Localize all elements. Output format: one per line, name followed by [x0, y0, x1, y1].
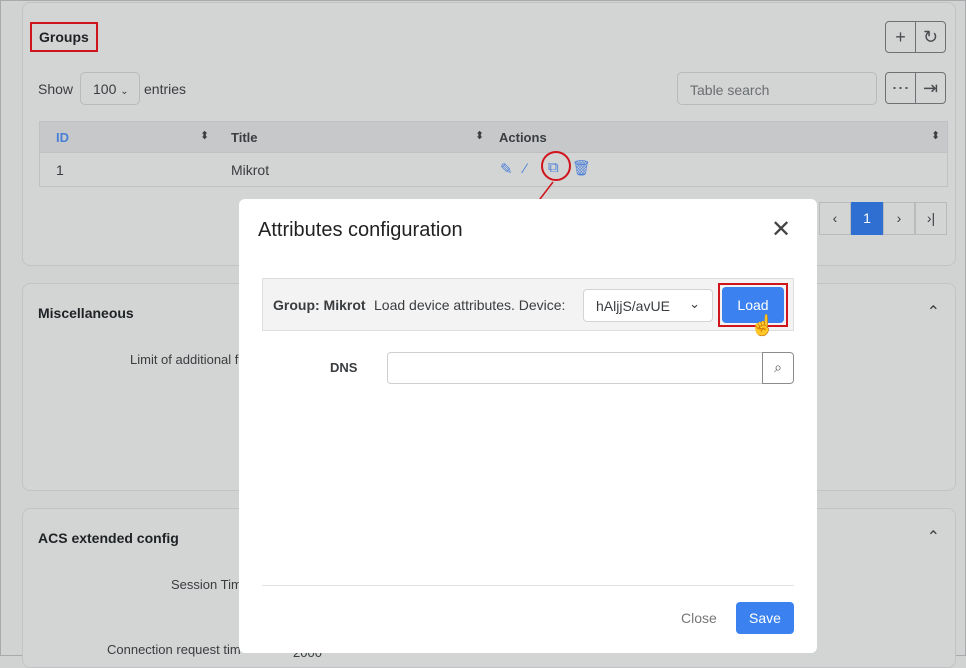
sort-icon[interactable]: ⬍ [200, 129, 209, 142]
sort-icon[interactable]: ⬍ [931, 129, 940, 142]
refresh-button[interactable]: ↻ [915, 21, 946, 53]
dns-label: DNS [330, 360, 358, 375]
table-row: 1 Mikrot ✎ ⁄ ⧉ 🗑 [39, 151, 948, 187]
entries-label: entries [144, 81, 187, 97]
group-label: Group: Mikrot [273, 297, 366, 313]
modal-title: Attributes configuration [258, 219, 463, 241]
row-title: Mikrot [231, 162, 270, 178]
prev-page-button[interactable]: ‹ [819, 202, 851, 235]
add-button[interactable]: + [885, 21, 916, 53]
highlight-circle [541, 151, 571, 181]
col-id[interactable]: ID [56, 130, 69, 145]
device-select[interactable]: hAljjS/avUE ⌄ [583, 289, 713, 322]
row-id: 1 [56, 162, 64, 178]
close-icon[interactable]: ✕ [771, 215, 791, 244]
pagination: ‹ 1 › ›| [819, 202, 949, 235]
chevron-up-icon[interactable]: ⌃ [927, 527, 940, 547]
hand-cursor-icon: ☝ [750, 315, 775, 337]
col-actions[interactable]: Actions [499, 130, 547, 145]
misc-field-label: Limit of additional f [130, 352, 239, 367]
page-1-button[interactable]: 1 [851, 202, 883, 235]
sort-icon[interactable]: ⬍ [475, 129, 484, 142]
dns-input[interactable] [387, 352, 763, 384]
groups-title: Groups [30, 22, 98, 52]
footer-divider [262, 585, 794, 586]
next-page-button[interactable]: › [883, 202, 915, 235]
session-timeout-label: Session Tim [171, 577, 242, 592]
acs-title: ACS extended config [38, 530, 179, 546]
connection-request-label: Connection request tim [107, 642, 241, 657]
device-value: hAljjS/avUE [596, 298, 670, 314]
save-button[interactable]: Save [736, 602, 794, 634]
misc-title: Miscellaneous [38, 305, 134, 321]
export-button[interactable]: ⇥ [915, 72, 946, 104]
chevron-up-icon[interactable]: ⌃ [927, 302, 940, 322]
last-page-button[interactable]: ›| [915, 202, 947, 235]
col-title[interactable]: Title [231, 130, 258, 145]
trash-icon[interactable]: 🗑 [572, 159, 591, 177]
search-icon[interactable]: ⌕ [762, 352, 794, 384]
entries-select[interactable]: 100 ⌄ [80, 72, 140, 105]
more-button[interactable]: ⋯ [885, 72, 916, 104]
close-button[interactable]: Close [681, 610, 717, 626]
load-text: Load device attributes. Device: [374, 297, 566, 313]
chevron-down-icon: ⌄ [120, 86, 129, 97]
edit-icon[interactable]: ✎ [500, 160, 513, 178]
magic-wand-icon[interactable]: ⁄ [524, 160, 526, 176]
table-search-input[interactable]: Table search [677, 72, 877, 105]
attributes-modal: Attributes configuration ✕ Group: Mikrot… [239, 199, 817, 653]
chevron-down-icon: ⌄ [689, 296, 700, 311]
table-header: ID ⬍ Title ⬍ Actions ⬍ [39, 121, 948, 153]
entries-value: 100 [93, 81, 117, 97]
load-bar: Group: Mikrot Load device attributes. De… [262, 278, 794, 337]
show-label: Show [38, 81, 74, 97]
